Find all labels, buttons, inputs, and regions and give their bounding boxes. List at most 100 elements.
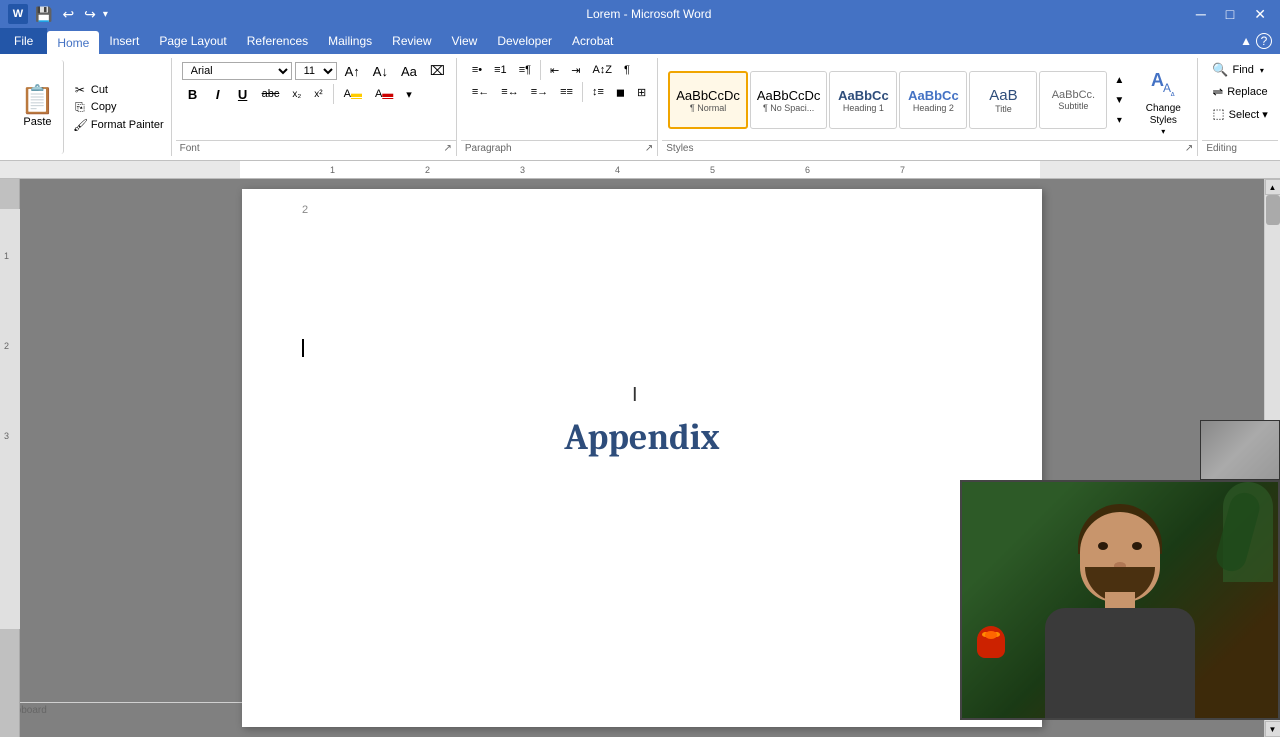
justify-button[interactable]: ≡≡	[555, 83, 578, 101]
paste-button[interactable]: 📋 Paste	[12, 60, 64, 154]
para-sep2	[582, 82, 583, 102]
text-color-button[interactable]: A▬	[370, 85, 398, 103]
menu-references[interactable]: References	[237, 28, 318, 54]
menu-review[interactable]: Review	[382, 28, 441, 54]
style-heading1-preview: AaBbCc	[838, 88, 889, 103]
paragraph-expand-icon[interactable]: ↗	[645, 143, 653, 154]
increase-font-size-button[interactable]: A↑	[340, 61, 365, 82]
para-row2: ≡← ≡↔ ≡→ ≡≡ ↕≡ ◼ ⊞	[467, 82, 651, 102]
menu-insert[interactable]: Insert	[99, 28, 149, 54]
menu-home[interactable]: Home	[47, 31, 99, 54]
change-styles-button[interactable]: A A A ChangeStyles ▾	[1135, 60, 1191, 140]
close-button[interactable]: ✕	[1248, 6, 1272, 23]
menu-view[interactable]: View	[442, 28, 488, 54]
style-heading1-button[interactable]: AaBbCc Heading 1	[829, 71, 897, 129]
scroll-thumb[interactable]	[1266, 195, 1280, 225]
font-row1: Arial 11 A↑ A↓ Aa ⌧	[182, 60, 450, 82]
sort-button[interactable]: A↕Z	[587, 61, 617, 79]
menu-file[interactable]: File	[0, 28, 47, 54]
superscript-button[interactable]: x²	[309, 86, 327, 103]
webcam-person-view	[962, 482, 1278, 718]
menu-bar: File Home Insert Page Layout References …	[0, 28, 1280, 54]
shading-button[interactable]: ◼	[611, 83, 630, 102]
styles-scroll-down-button[interactable]: ▼	[1109, 91, 1129, 109]
styles-group-label: Styles	[666, 143, 693, 154]
font-separator	[333, 84, 334, 104]
menu-acrobat[interactable]: Acrobat	[562, 28, 623, 54]
maximize-button[interactable]: □	[1220, 6, 1240, 23]
cut-button[interactable]: ✂ Cut	[70, 82, 167, 98]
style-normal-preview: AaBbCcDc	[676, 88, 740, 103]
quick-undo[interactable]: ↩	[59, 6, 77, 23]
replace-button[interactable]: ⇌ Replace	[1208, 82, 1271, 102]
font-controls: Arial 11 A↑ A↓ Aa ⌧ B I U abc x₂ x² A▬ A…	[182, 60, 450, 104]
menu-page-layout[interactable]: Page Layout	[149, 28, 236, 54]
numbering-button[interactable]: ≡1	[489, 61, 512, 79]
italic-button[interactable]: I	[207, 84, 229, 104]
underline-button[interactable]: U	[232, 84, 254, 104]
bold-button[interactable]: B	[182, 84, 204, 104]
border-button[interactable]: ⊞	[632, 83, 651, 102]
style-heading2-button[interactable]: AaBbCc Heading 2	[899, 71, 967, 129]
style-subtitle-button[interactable]: AaBbCc. Subtitle	[1039, 71, 1107, 129]
appendix-title[interactable]: Appendix	[302, 417, 982, 458]
format-painter-button[interactable]: 🖌 Format Painter	[70, 117, 167, 133]
paragraph-controls: ≡• ≡1 ≡¶ ⇤ ⇥ A↕Z ¶ ≡← ≡↔ ≡→ ≡≡ ↕≡ ◼ ⊞	[467, 60, 651, 102]
style-no-spacing-button[interactable]: AaBbCcDc ¶ No Spaci...	[750, 71, 828, 129]
align-center-button[interactable]: ≡↔	[496, 83, 523, 101]
paste-icon: 📋	[20, 86, 55, 114]
select-button[interactable]: ⬚ Select ▾	[1208, 104, 1271, 124]
text-highlight-button[interactable]: A▬	[339, 85, 367, 103]
subscript-button[interactable]: x₂	[287, 86, 306, 103]
show-formatting-button[interactable]: ¶	[619, 61, 635, 79]
select-icon: ⬚	[1212, 106, 1224, 122]
font-color-dropdown[interactable]: ▾	[401, 85, 417, 104]
title-bar-controls: ─ □ ✕	[1190, 6, 1272, 23]
decrease-font-size-button[interactable]: A↓	[368, 61, 393, 82]
font-expand-icon[interactable]: ↗	[443, 143, 451, 154]
replace-icon: ⇌	[1212, 84, 1223, 100]
style-title-label: Title	[995, 104, 1012, 114]
v-ruler-white	[0, 209, 20, 629]
styles-expand-icon[interactable]: ↗	[1185, 143, 1193, 154]
collapse-ribbon-icon[interactable]: ▲	[1240, 34, 1252, 48]
change-case-button[interactable]: Aa	[396, 61, 422, 82]
quick-redo[interactable]: ↪	[81, 6, 99, 23]
menu-mailings[interactable]: Mailings	[318, 28, 382, 54]
v-ruler-mark-2: 2	[4, 341, 9, 351]
document-content[interactable]: Appendix I	[302, 339, 982, 458]
clipboard-group: 📋 Paste ✂ Cut ⎘ Copy 🖌 Format Painter C	[8, 58, 172, 156]
font-size-select[interactable]: 11	[295, 62, 337, 80]
scroll-down-button[interactable]: ▼	[1265, 721, 1280, 737]
replace-label: Replace	[1227, 86, 1267, 98]
align-right-button[interactable]: ≡→	[526, 83, 553, 101]
quick-dropdown[interactable]: ▾	[103, 9, 108, 20]
style-title-button[interactable]: AaB Title	[969, 71, 1037, 129]
ibeam-cursor: I	[632, 384, 638, 407]
help-icon[interactable]: ?	[1256, 33, 1272, 49]
copy-button[interactable]: ⎘ Copy	[70, 99, 167, 116]
font-family-select[interactable]: Arial	[182, 62, 292, 80]
document-page[interactable]: 2 Appendix I	[242, 189, 1042, 727]
find-button[interactable]: 🔍 Find ▾	[1208, 60, 1271, 80]
styles-more-button[interactable]: ▾	[1109, 111, 1129, 129]
multilevel-list-button[interactable]: ≡¶	[514, 61, 536, 79]
ruler-mark-1: 1	[330, 165, 335, 175]
style-normal-button[interactable]: AaBbCcDc ¶ Normal	[668, 71, 748, 129]
editing-group: 🔍 Find ▾ ⇌ Replace ⬚ Select ▾ Editing	[1202, 58, 1277, 156]
bullets-button[interactable]: ≡•	[467, 61, 487, 79]
align-left-button[interactable]: ≡←	[467, 83, 494, 101]
increase-indent-button[interactable]: ⇥	[566, 61, 585, 80]
line-spacing-button[interactable]: ↕≡	[587, 83, 609, 101]
styles-scroll-up-button[interactable]: ▲	[1109, 71, 1129, 89]
decrease-indent-button[interactable]: ⇤	[545, 61, 564, 80]
v-ruler-mark-3: 3	[4, 431, 9, 441]
menu-developer[interactable]: Developer	[487, 28, 562, 54]
quick-save[interactable]: 💾	[32, 6, 55, 23]
strikethrough-button[interactable]: abc	[257, 85, 285, 103]
cut-label: Cut	[91, 84, 108, 96]
format-painter-icon: 🖌	[73, 118, 87, 132]
scroll-up-button[interactable]: ▲	[1265, 179, 1280, 195]
clear-formatting-button[interactable]: ⌧	[425, 60, 450, 82]
minimize-button[interactable]: ─	[1190, 6, 1212, 23]
